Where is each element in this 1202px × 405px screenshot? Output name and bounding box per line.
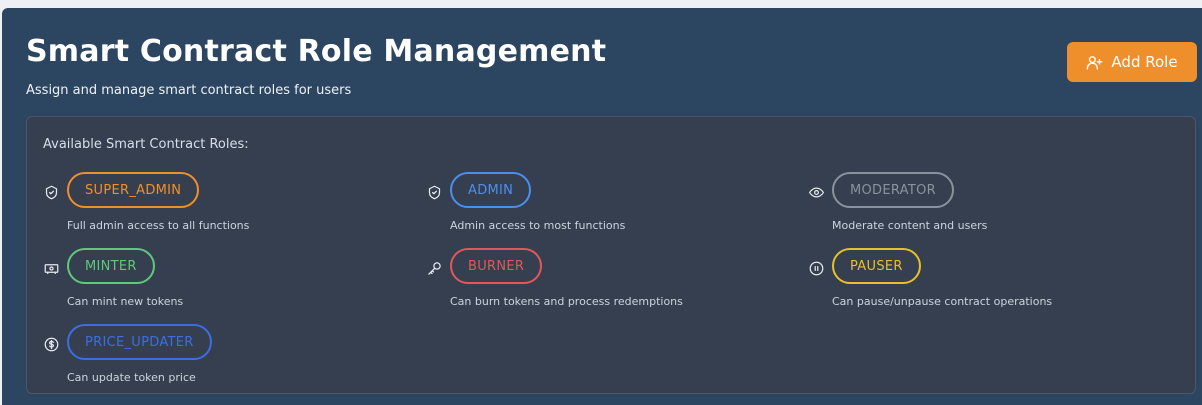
role-pauser: PAUSER Can pause/unpause contract operat… (808, 245, 1168, 315)
key-icon (426, 260, 442, 276)
role-badge-price-updater[interactable]: PRICE_UPDATER (67, 324, 212, 360)
role-management-panel: Smart Contract Role Management Assign an… (2, 8, 1202, 405)
role-badge-burner[interactable]: BURNER (450, 248, 543, 284)
role-description: Full admin access to all functions (67, 219, 250, 232)
role-admin: ADMIN Admin access to most functions (426, 169, 786, 239)
role-description: Can mint new tokens (67, 295, 184, 308)
role-moderator: MODERATOR Moderate content and users (808, 169, 1168, 239)
role-super-admin: SUPER_ADMIN Full admin access to all fun… (43, 169, 403, 239)
role-description: Admin access to most functions (450, 219, 626, 232)
role-burner: BURNER Can burn tokens and process redem… (426, 245, 786, 315)
roles-heading: Available Smart Contract Roles: (43, 137, 249, 152)
role-badge-super-admin[interactable]: SUPER_ADMIN (67, 172, 200, 208)
page-subtitle: Assign and manage smart contract roles f… (26, 83, 352, 98)
role-price-updater: PRICE_UPDATER Can update token price (43, 321, 403, 391)
page-title: Smart Contract Role Management (26, 34, 607, 69)
role-minter: MINTER Can mint new tokens (43, 245, 403, 315)
role-description: Can pause/unpause contract operations (832, 295, 1053, 308)
shield-check-icon (426, 184, 442, 200)
role-badge-admin[interactable]: ADMIN (450, 172, 532, 208)
banknote-icon (43, 260, 59, 276)
dollar-circle-icon (43, 336, 59, 352)
role-badge-moderator[interactable]: MODERATOR (832, 172, 954, 208)
role-badge-minter[interactable]: MINTER (67, 248, 155, 284)
role-badge-pauser[interactable]: PAUSER (832, 248, 921, 284)
add-role-button[interactable]: Add Role (1067, 42, 1197, 82)
shield-check-icon (43, 184, 59, 200)
role-description: Moderate content and users (832, 219, 988, 232)
add-role-label: Add Role (1111, 53, 1178, 71)
role-description: Can update token price (67, 371, 196, 384)
role-description: Can burn tokens and process redemptions (450, 295, 683, 308)
user-plus-icon (1086, 54, 1103, 71)
pause-circle-icon (808, 260, 824, 276)
eye-icon (808, 184, 824, 200)
available-roles-box: Available Smart Contract Roles: SUPER_AD… (26, 116, 1196, 394)
